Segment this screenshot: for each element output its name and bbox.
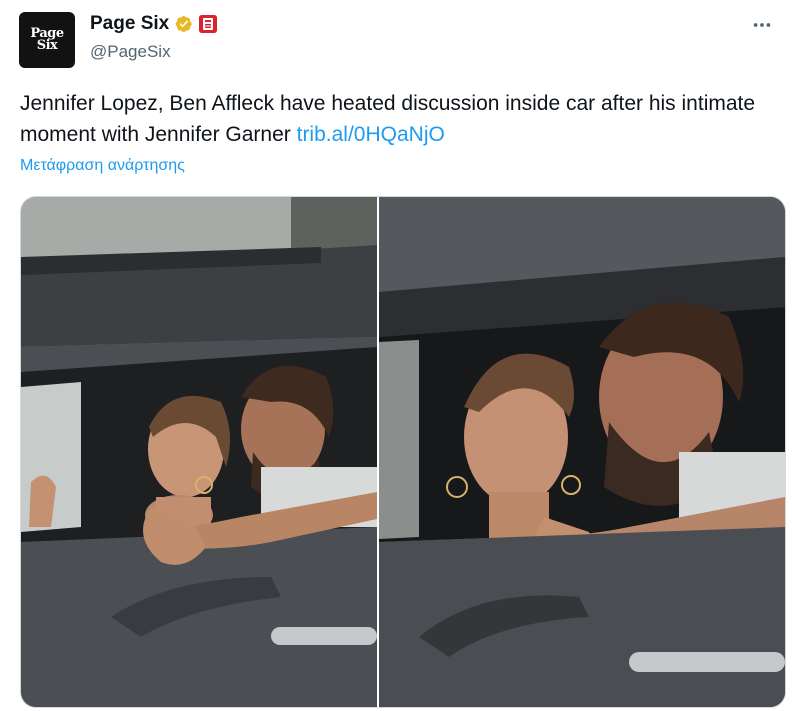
verified-badge-icon[interactable]: [175, 15, 193, 33]
avatar-logo-line2: Six: [36, 38, 58, 53]
more-options-icon[interactable]: [748, 14, 776, 36]
media-grid: [20, 196, 786, 708]
display-name[interactable]: Page Six: [90, 13, 169, 35]
tweet-text: Jennifer Lopez, Ben Affleck have heated …: [20, 88, 780, 150]
avatar[interactable]: Page Six: [19, 12, 75, 68]
account-handle[interactable]: @PageSix: [90, 42, 171, 62]
photo-2-illustration: [379, 197, 785, 707]
media-photo-1[interactable]: [21, 197, 377, 707]
photo-1-illustration: [21, 197, 377, 707]
translate-post-link[interactable]: Μετάφραση ανάρτησης: [20, 157, 185, 175]
media-photo-2[interactable]: [379, 197, 785, 707]
account-name-row: Page Six: [90, 13, 218, 35]
affiliate-badge-icon[interactable]: [199, 15, 218, 33]
tweet-link[interactable]: trib.al/0HQaNjO: [297, 123, 445, 146]
